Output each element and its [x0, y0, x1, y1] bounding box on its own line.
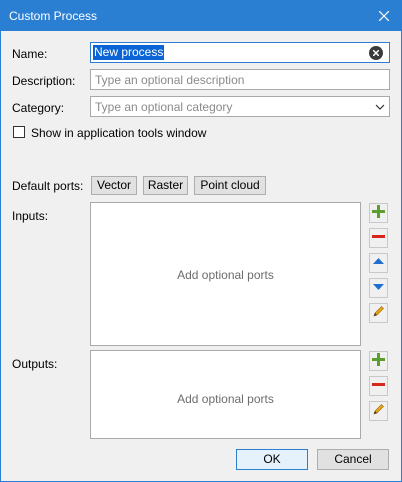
outputs-list[interactable]: Add optional ports	[90, 350, 361, 439]
add-output-button[interactable]	[369, 351, 388, 371]
category-label: Category:	[12, 101, 65, 115]
close-icon[interactable]	[367, 1, 401, 31]
edit-output-button[interactable]	[369, 401, 388, 421]
remove-input-button[interactable]	[369, 228, 388, 248]
show-tools-checkbox[interactable]	[13, 126, 25, 138]
point-cloud-port-button[interactable]: Point cloud	[194, 176, 266, 195]
cancel-button[interactable]: Cancel	[317, 449, 389, 470]
arrow-up-icon	[372, 255, 385, 271]
inputs-placeholder: Add optional ports	[177, 268, 274, 282]
description-placeholder: Type an optional description	[95, 73, 245, 87]
pencil-icon	[372, 305, 385, 321]
custom-process-dialog: Custom Process Name: New process Descrip…	[0, 0, 402, 482]
name-value: New process	[93, 45, 165, 60]
outputs-label: Outputs:	[12, 357, 58, 371]
pencil-icon	[372, 403, 385, 419]
category-dropdown[interactable]: Type an optional category	[90, 96, 390, 117]
add-input-button[interactable]	[369, 203, 388, 223]
show-tools-label: Show in application tools window	[31, 126, 207, 140]
chevron-down-icon[interactable]	[375, 101, 385, 115]
inputs-list[interactable]: Add optional ports	[90, 202, 361, 346]
clear-icon[interactable]	[369, 46, 383, 60]
remove-output-button[interactable]	[369, 376, 388, 396]
edit-input-button[interactable]	[369, 303, 388, 323]
description-label: Description:	[12, 74, 76, 88]
minus-icon	[372, 378, 385, 394]
arrow-down-icon	[372, 280, 385, 296]
outputs-placeholder: Add optional ports	[177, 392, 274, 406]
default-ports-label: Default ports:	[12, 179, 84, 193]
description-field[interactable]: Type an optional description	[90, 69, 390, 90]
category-placeholder: Type an optional category	[95, 100, 233, 114]
plus-icon	[372, 353, 385, 369]
move-input-up-button[interactable]	[369, 253, 388, 273]
minus-icon	[372, 230, 385, 246]
raster-port-button[interactable]: Raster	[143, 176, 188, 195]
title-bar: Custom Process	[1, 1, 401, 31]
move-input-down-button[interactable]	[369, 278, 388, 298]
window-title: Custom Process	[9, 9, 98, 23]
name-field[interactable]: New process	[90, 42, 390, 63]
name-label: Name:	[12, 47, 48, 61]
ok-button[interactable]: OK	[236, 449, 308, 470]
plus-icon	[372, 205, 385, 221]
inputs-label: Inputs:	[12, 209, 49, 223]
vector-port-button[interactable]: Vector	[91, 176, 137, 195]
